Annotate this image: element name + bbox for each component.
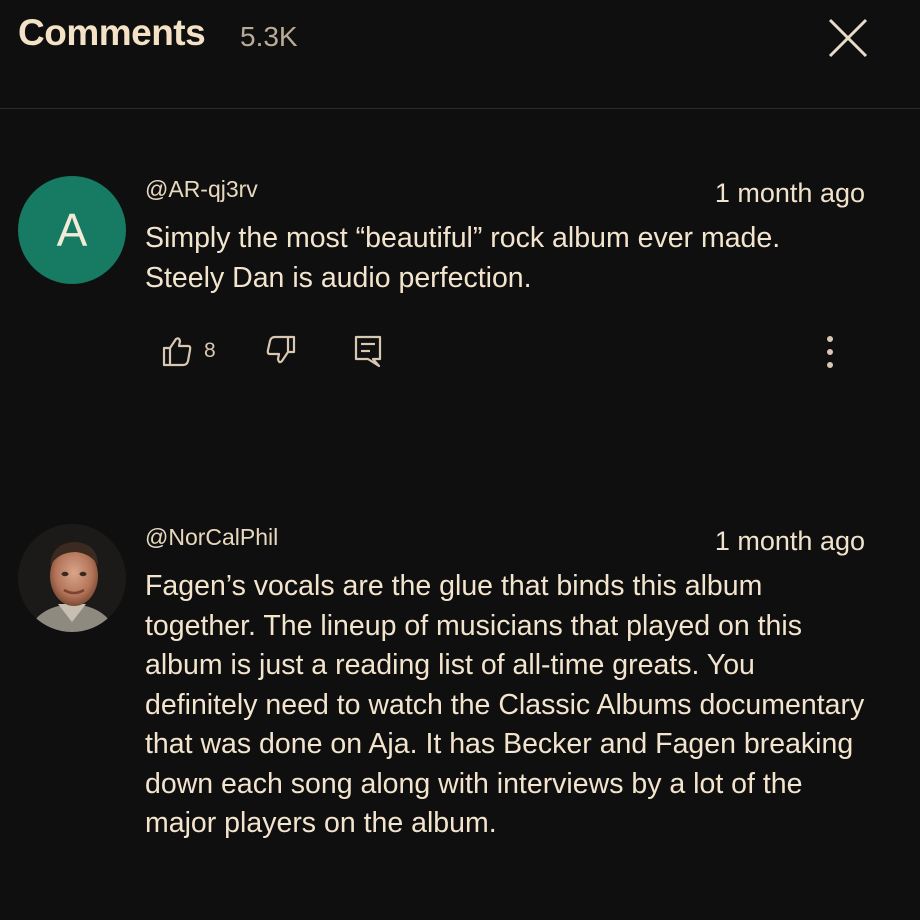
comment-text: Fagen’s vocals are the glue that binds t…	[145, 570, 865, 839]
more-vert-icon	[827, 336, 833, 368]
reply-button[interactable]	[351, 333, 391, 373]
like-count: 8	[204, 339, 216, 362]
comments-count: 5.3K	[240, 21, 298, 52]
thumbs-up-icon	[162, 337, 192, 367]
comments-title: Comments	[18, 12, 206, 53]
avatar-letter: A	[56, 204, 88, 256]
comment-timestamp[interactable]: 1 month ago	[715, 178, 865, 209]
close-icon	[828, 18, 868, 58]
dislike-button[interactable]	[262, 333, 302, 373]
close-button[interactable]	[822, 12, 874, 64]
more-options-button[interactable]	[810, 333, 850, 373]
avatar-photo	[18, 524, 126, 632]
avatar[interactable]	[18, 524, 126, 632]
reply-icon	[354, 335, 382, 368]
comment-timestamp[interactable]: 1 month ago	[715, 526, 865, 557]
thumbs-down-icon	[266, 335, 296, 364]
comment-actions: 8	[0, 333, 920, 383]
like-button[interactable]	[160, 333, 200, 373]
avatar[interactable]: A	[18, 176, 126, 284]
comment-text: Simply the most “beautiful” rock album e…	[145, 222, 781, 294]
comments-header: Comments 5.3K	[0, 0, 920, 109]
comment-author[interactable]: @AR-qj3rv	[145, 176, 258, 203]
comment-author[interactable]: @NorCalPhil	[145, 524, 278, 551]
